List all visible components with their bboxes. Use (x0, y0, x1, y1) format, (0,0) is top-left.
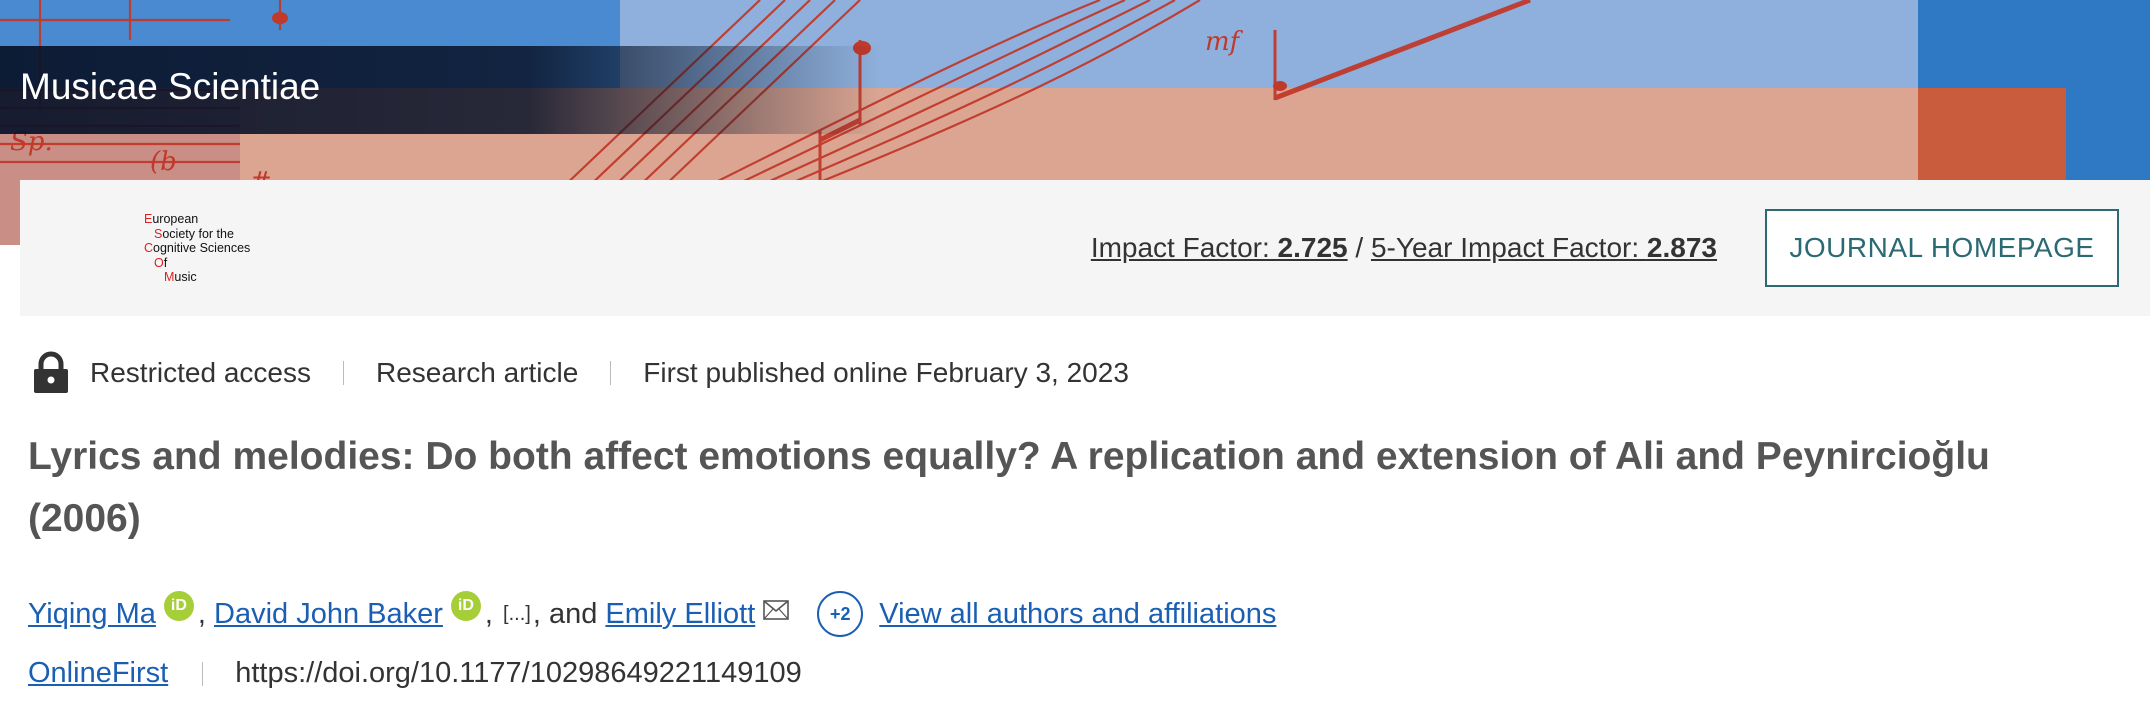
logo-text: uropean (152, 212, 199, 226)
impact-factor-value: 2.725 (1277, 232, 1348, 263)
doi-text[interactable]: https://doi.org/10.1177/1029864922114910… (235, 657, 802, 690)
impact-factor-label: Impact Factor: (1090, 232, 1278, 263)
five-year-impact-factor-label: 5-Year Impact Factor: (1370, 232, 1647, 263)
logo-initial: C (144, 241, 154, 255)
publication-date: First published online February 3, 2023 (643, 357, 1129, 388)
journal-homepage-button[interactable]: JOURNAL HOMEPAGE (1765, 209, 2119, 287)
article-type: Research article (375, 357, 579, 388)
society-logo[interactable]: European Society for the Cognitive Scien… (144, 212, 250, 285)
orcid-icon[interactable]: iD (450, 591, 481, 621)
hidden-authors-ellipsis[interactable]: [...] (503, 603, 531, 626)
more-authors-badge[interactable]: +2 (817, 591, 864, 637)
article-title: Lyrics and melodies: Do both affect emot… (28, 435, 1990, 540)
impact-factor-link[interactable]: Impact Factor: 2.725 (1091, 232, 1348, 263)
access-status: Restricted access (90, 357, 311, 388)
author-link[interactable]: Yiqing Ma (28, 598, 156, 631)
society-logo-line: Music (144, 270, 250, 285)
logo-initial: M (164, 270, 175, 284)
society-logo-line: Of (144, 256, 250, 271)
author-list: Yiqing Ma iD , David John Baker iD , [..… (28, 591, 1276, 637)
five-year-impact-factor-link[interactable]: 5-Year Impact Factor: 2.873 (1371, 232, 1717, 263)
society-logo-line: European (144, 212, 250, 227)
logo-text: ociety for the (162, 226, 234, 241)
author-link[interactable]: David John Baker (214, 598, 443, 631)
lock-icon (30, 351, 72, 395)
author-and-text: , and (532, 597, 598, 630)
view-all-authors-link[interactable]: View all authors and affiliations (879, 598, 1276, 631)
logo-text: ognitive Sciences (153, 241, 251, 255)
envelope-icon[interactable] (763, 600, 790, 620)
society-logo-line: Cognitive Sciences (144, 241, 250, 256)
pub-divider (202, 661, 204, 686)
author-link[interactable]: Emily Elliott (605, 598, 755, 631)
svg-text:(b: (b (150, 147, 177, 177)
meta-divider (342, 361, 344, 385)
svg-text:mf: mf (1205, 27, 1244, 57)
impact-divider: / (1347, 232, 1371, 263)
logo-text: f (163, 255, 168, 270)
article-meta-row: Restricted access Research article First… (30, 351, 1129, 395)
meta-divider (610, 361, 612, 385)
journal-title[interactable]: Musicae Scientiae (20, 66, 320, 108)
author-separator: , (484, 597, 493, 630)
publication-row: OnlineFirst https://doi.org/10.1177/1029… (28, 657, 802, 690)
society-logo-line: Society for the (144, 227, 250, 242)
five-year-impact-factor-value: 2.873 (1646, 232, 1717, 263)
logo-text: usic (174, 270, 197, 284)
orcid-icon[interactable]: iD (163, 591, 194, 621)
logo-initial: O (154, 255, 164, 270)
author-separator: , (197, 597, 206, 630)
impact-factor-info: Impact Factor: 2.725 / 5-Year Impact Fac… (1091, 232, 1717, 264)
online-first-link[interactable]: OnlineFirst (28, 657, 168, 690)
